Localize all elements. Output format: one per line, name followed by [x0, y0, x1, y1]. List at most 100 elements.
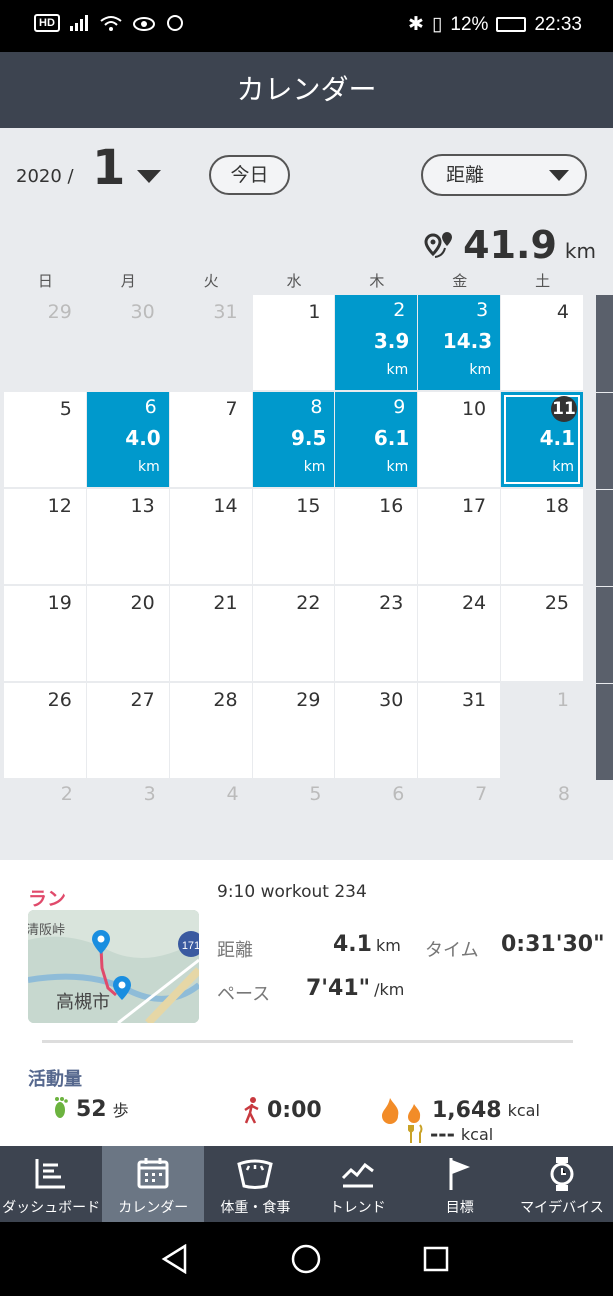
battery-icon [496, 17, 527, 32]
status-bar: HD ✱ ▯ 12% 22:33 [0, 0, 613, 52]
calendar-day[interactable]: 16 [335, 489, 418, 584]
calendar-day[interactable]: 8 9.5 km [252, 392, 335, 487]
watch-icon [550, 1157, 574, 1191]
bottom-nav: ダッシュボード カレンダー 体重・食事 トレンド 目標 マイデバイス [0, 1146, 613, 1222]
nav-my-device[interactable]: マイデバイス [511, 1146, 613, 1222]
day-distance-unit: km [137, 459, 160, 475]
calendar-day[interactable]: 22 [252, 586, 335, 681]
calendar-day[interactable]: 10 [418, 392, 501, 487]
day-distance: 4.0 [125, 426, 161, 450]
scroll-strip [596, 295, 613, 780]
calendar-day[interactable]: 12 [4, 489, 86, 584]
calendar-day[interactable]: 29 [252, 683, 335, 778]
calendar-day[interactable]: 31 [418, 683, 501, 778]
day-number: 26 [47, 689, 72, 711]
calendar-day[interactable]: 15 [252, 489, 335, 584]
calendar-day: 31 [170, 295, 252, 390]
calendar-day[interactable]: 18 [501, 489, 584, 584]
food-kcal-value: --- [430, 1122, 455, 1146]
route-pin-icon [424, 232, 453, 258]
nav-goal[interactable]: 目標 [409, 1146, 511, 1222]
day-distance: 6.1 [373, 426, 410, 450]
calendar-day[interactable]: 4 [501, 295, 584, 390]
calendar-day[interactable]: 28 [169, 683, 252, 778]
nav-label: ダッシュボード [2, 1200, 101, 1216]
footprint-icon [55, 1097, 68, 1118]
month-label[interactable]: 1 [92, 140, 125, 196]
calendar-day[interactable]: 17 [418, 489, 501, 584]
weekday-label: 水 [286, 272, 302, 290]
distance-label: 距離 [217, 940, 253, 961]
total-distance-unit: km [564, 239, 596, 263]
next-month-row: 2 3 4 5 6 7 8 [4, 783, 584, 813]
calendar-day[interactable]: 30 [335, 683, 418, 778]
day-number: 28 [213, 689, 238, 711]
calendar-day[interactable]: 1 [252, 295, 335, 390]
calendar-day[interactable]: 7 [169, 392, 252, 487]
nav-trend[interactable]: トレンド [307, 1146, 409, 1222]
divider [42, 1040, 573, 1043]
next-month-day: 5 [309, 783, 322, 805]
system-nav-bar [0, 1222, 613, 1296]
page-title: カレンダー [0, 52, 613, 128]
day-number: 19 [47, 592, 72, 614]
calendar-day: 29 [4, 295, 86, 390]
walking-person-icon [244, 1097, 259, 1124]
day-number: 1 [556, 689, 570, 711]
recents-icon[interactable] [423, 1246, 449, 1272]
calendar-day[interactable]: 5 [4, 392, 86, 487]
next-month-day: 3 [143, 783, 156, 805]
steps-value: 52 [76, 1096, 107, 1122]
day-number: 8 [310, 396, 323, 418]
day-number: 25 [544, 592, 570, 614]
calendar-day[interactable]: 24 [418, 586, 501, 681]
metric-dropdown-value: 距離 [446, 164, 485, 186]
calendar-day[interactable]: 25 [501, 586, 584, 681]
next-month-day: 2 [60, 783, 73, 805]
nav-label: 目標 [445, 1200, 474, 1216]
nav-dashboard[interactable]: ダッシュボード [0, 1146, 102, 1222]
calendar-day[interactable]: 13 [86, 489, 169, 584]
calendar-day[interactable]: 9 6.1 km [335, 392, 418, 487]
calendar-day[interactable]: 26 [4, 683, 86, 778]
nav-calendar[interactable]: カレンダー [102, 1146, 205, 1222]
day-distance: 14.3 [442, 329, 493, 353]
workout-detail-panel[interactable]: ラン 171 高槻市 清阪峠 9:10 workout 234 距離 4.1 km… [0, 860, 613, 1146]
day-number: 15 [296, 495, 321, 517]
food-calorie-summary: --- kcal [408, 1122, 493, 1146]
today-button[interactable]: 今日 [209, 155, 290, 195]
calendar-day-today[interactable]: 11 4.1 km [501, 392, 584, 487]
home-icon[interactable] [291, 1244, 321, 1274]
scale-icon [237, 1159, 274, 1189]
calendar-day[interactable]: 19 [4, 586, 86, 681]
day-number: 5 [59, 398, 72, 420]
calendar-week-row: 26 27 28 29 30 31 1 [4, 683, 584, 780]
nav-label: トレンド [329, 1200, 386, 1216]
calendar-day[interactable]: 20 [86, 586, 169, 681]
calendar-day[interactable]: 27 [86, 683, 169, 778]
calendar-day[interactable]: 2 3.9 km [335, 295, 418, 390]
workout-title: 9:10 workout 234 [217, 882, 367, 902]
day-distance-unit: km [303, 459, 326, 475]
nav-weight-meal[interactable]: 体重・食事 [204, 1146, 306, 1222]
day-number: 30 [130, 301, 155, 323]
metric-dropdown[interactable]: 距離 [421, 154, 587, 196]
chevron-down-icon[interactable] [137, 170, 161, 183]
calendar-day[interactable]: 3 14.3 km [418, 295, 501, 390]
calendar-day[interactable]: 23 [335, 586, 418, 681]
calendar-grid: 29 30 31 1 2 3.9 km 3 14.3 km 4 5 6 4.0 km 7 8 9.5 km 9 6.1 k… [4, 295, 584, 780]
day-number: 1 [308, 301, 321, 323]
clock: 22:33 [534, 13, 582, 35]
calendar-day[interactable]: 21 [169, 586, 252, 681]
next-month-day: 6 [392, 783, 405, 805]
calendar-toolbar: 2020 / 1 今日 距離 41.9 km [0, 128, 613, 268]
day-number: 4 [556, 301, 570, 323]
route-map-thumbnail[interactable]: 171 高槻市 清阪峠 [28, 910, 199, 1023]
calendar-day[interactable]: 14 [169, 489, 252, 584]
calendar-week-row: 12 13 14 15 16 17 18 [4, 489, 584, 586]
steps-unit: 歩 [112, 1101, 129, 1120]
day-number: 3 [476, 299, 489, 321]
kcal-unit: kcal [507, 1100, 540, 1120]
back-icon[interactable] [161, 1244, 189, 1274]
calendar-day[interactable]: 6 4.0 km [86, 392, 169, 487]
